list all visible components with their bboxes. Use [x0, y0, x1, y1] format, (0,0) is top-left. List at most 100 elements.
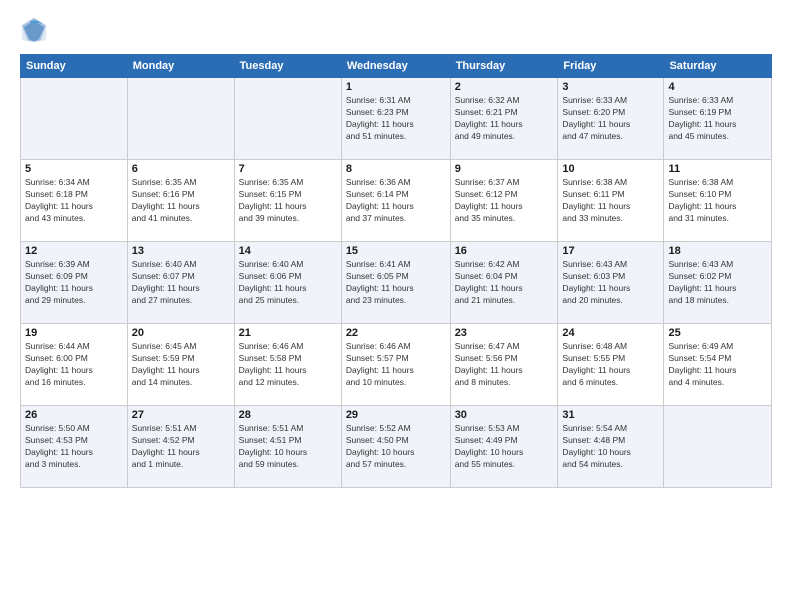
day-number: 12 [25, 245, 123, 257]
col-header-monday: Monday [127, 55, 234, 78]
calendar-cell: 19 Sunrise: 6:44 AMSunset: 6:00 PMDayligh… [21, 324, 128, 406]
day-number: 22 [346, 327, 446, 339]
calendar-cell: 22 Sunrise: 6:46 AMSunset: 5:57 PMDayligh… [341, 324, 450, 406]
calendar-cell: 1Sunrise: 6:31 AMSunset: 6:23 PMDaylight… [341, 78, 450, 160]
calendar-cell: 7Sunrise: 6:35 AMSunset: 6:15 PMDaylight… [234, 160, 341, 242]
day-info: Sunrise: 5:53 AMSunset: 4:49 PMDaylight:… [455, 423, 554, 471]
calendar-cell: 16 Sunrise: 6:42 AMSunset: 6:04 PMDayligh… [450, 242, 558, 324]
calendar-week-3: 19 Sunrise: 6:44 AMSunset: 6:00 PMDayligh… [21, 324, 772, 406]
logo-icon [20, 16, 48, 44]
day-info: Sunrise: 5:50 AMSunset: 4:53 PMDaylight:… [25, 423, 123, 471]
day-number: 18 [668, 245, 767, 257]
calendar-cell: 24Sunrise: 6:48 AMSunset: 5:55 PMDayligh… [558, 324, 664, 406]
calendar-cell: 17 Sunrise: 6:43 AMSunset: 6:03 PMDayligh… [558, 242, 664, 324]
day-info: Sunrise: 6:34 AMSunset: 6:18 PMDaylight:… [25, 177, 123, 225]
calendar-header-row: SundayMondayTuesdayWednesdayThursdayFrid… [21, 55, 772, 78]
day-info: Sunrise: 6:38 AMSunset: 6:11 PMDaylight:… [562, 177, 659, 225]
calendar-cell: 15 Sunrise: 6:41 AMSunset: 6:05 PMDayligh… [341, 242, 450, 324]
day-info: Sunrise: 6:43 AMSunset: 6:03 PMDaylight:… [562, 259, 659, 307]
day-info: Sunrise: 5:52 AMSunset: 4:50 PMDaylight:… [346, 423, 446, 471]
calendar-cell [664, 406, 772, 488]
day-number: 16 [455, 245, 554, 257]
day-number: 25 [668, 327, 767, 339]
col-header-tuesday: Tuesday [234, 55, 341, 78]
col-header-thursday: Thursday [450, 55, 558, 78]
day-info: Sunrise: 6:48 AMSunset: 5:55 PMDaylight:… [562, 341, 659, 389]
day-number: 4 [668, 81, 767, 93]
day-number: 26 [25, 409, 123, 421]
day-number: 31 [562, 409, 659, 421]
day-info: Sunrise: 5:54 AMSunset: 4:48 PMDaylight:… [562, 423, 659, 471]
calendar-cell: 4 Sunrise: 6:33 AMSunset: 6:19 PMDaylight… [664, 78, 772, 160]
day-info: Sunrise: 6:32 AMSunset: 6:21 PMDaylight:… [455, 95, 554, 143]
day-info: Sunrise: 6:36 AMSunset: 6:14 PMDaylight:… [346, 177, 446, 225]
calendar-cell: 27 Sunrise: 5:51 AMSunset: 4:52 PMDayligh… [127, 406, 234, 488]
calendar-cell: 26 Sunrise: 5:50 AMSunset: 4:53 PMDayligh… [21, 406, 128, 488]
calendar-week-4: 26 Sunrise: 5:50 AMSunset: 4:53 PMDayligh… [21, 406, 772, 488]
day-info: Sunrise: 6:33 AMSunset: 6:19 PMDaylight:… [668, 95, 767, 143]
calendar-cell [127, 78, 234, 160]
calendar-cell: 5 Sunrise: 6:34 AMSunset: 6:18 PMDaylight… [21, 160, 128, 242]
day-number: 7 [239, 163, 337, 175]
day-info: Sunrise: 6:37 AMSunset: 6:12 PMDaylight:… [455, 177, 554, 225]
day-info: Sunrise: 6:40 AMSunset: 6:07 PMDaylight:… [132, 259, 230, 307]
calendar-cell: 12 Sunrise: 6:39 AMSunset: 6:09 PMDayligh… [21, 242, 128, 324]
calendar-cell [21, 78, 128, 160]
page: SundayMondayTuesdayWednesdayThursdayFrid… [0, 0, 792, 612]
day-number: 3 [562, 81, 659, 93]
day-info: Sunrise: 6:41 AMSunset: 6:05 PMDaylight:… [346, 259, 446, 307]
day-info: Sunrise: 6:43 AMSunset: 6:02 PMDaylight:… [668, 259, 767, 307]
calendar-cell: 14Sunrise: 6:40 AMSunset: 6:06 PMDayligh… [234, 242, 341, 324]
day-info: Sunrise: 6:49 AMSunset: 5:54 PMDaylight:… [668, 341, 767, 389]
day-info: Sunrise: 6:45 AMSunset: 5:59 PMDaylight:… [132, 341, 230, 389]
calendar-cell [234, 78, 341, 160]
calendar-cell: 31 Sunrise: 5:54 AMSunset: 4:48 PMDayligh… [558, 406, 664, 488]
day-info: Sunrise: 6:46 AMSunset: 5:58 PMDaylight:… [239, 341, 337, 389]
day-info: Sunrise: 6:46 AMSunset: 5:57 PMDaylight:… [346, 341, 446, 389]
day-info: Sunrise: 6:33 AMSunset: 6:20 PMDaylight:… [562, 95, 659, 143]
calendar-cell: 13Sunrise: 6:40 AMSunset: 6:07 PMDayligh… [127, 242, 234, 324]
day-info: Sunrise: 5:51 AMSunset: 4:51 PMDaylight:… [239, 423, 337, 471]
calendar-cell: 3 Sunrise: 6:33 AMSunset: 6:20 PMDaylight… [558, 78, 664, 160]
calendar-week-0: 1Sunrise: 6:31 AMSunset: 6:23 PMDaylight… [21, 78, 772, 160]
day-info: Sunrise: 6:38 AMSunset: 6:10 PMDaylight:… [668, 177, 767, 225]
calendar-cell: 11 Sunrise: 6:38 AMSunset: 6:10 PMDayligh… [664, 160, 772, 242]
day-number: 19 [25, 327, 123, 339]
calendar-cell: 25 Sunrise: 6:49 AMSunset: 5:54 PMDayligh… [664, 324, 772, 406]
calendar-table: SundayMondayTuesdayWednesdayThursdayFrid… [20, 54, 772, 488]
calendar-cell: 30Sunrise: 5:53 AMSunset: 4:49 PMDayligh… [450, 406, 558, 488]
calendar-cell: 21Sunrise: 6:46 AMSunset: 5:58 PMDayligh… [234, 324, 341, 406]
calendar-cell: 20 Sunrise: 6:45 AMSunset: 5:59 PMDayligh… [127, 324, 234, 406]
calendar-cell: 28 Sunrise: 5:51 AMSunset: 4:51 PMDayligh… [234, 406, 341, 488]
day-number: 15 [346, 245, 446, 257]
day-number: 29 [346, 409, 446, 421]
col-header-friday: Friday [558, 55, 664, 78]
day-info: Sunrise: 6:44 AMSunset: 6:00 PMDaylight:… [25, 341, 123, 389]
day-number: 11 [668, 163, 767, 175]
calendar-cell: 9 Sunrise: 6:37 AMSunset: 6:12 PMDaylight… [450, 160, 558, 242]
col-header-saturday: Saturday [664, 55, 772, 78]
day-info: Sunrise: 6:39 AMSunset: 6:09 PMDaylight:… [25, 259, 123, 307]
calendar-cell: 18 Sunrise: 6:43 AMSunset: 6:02 PMDayligh… [664, 242, 772, 324]
day-number: 20 [132, 327, 230, 339]
day-number: 27 [132, 409, 230, 421]
calendar-cell: 8 Sunrise: 6:36 AMSunset: 6:14 PMDaylight… [341, 160, 450, 242]
calendar-cell: 29 Sunrise: 5:52 AMSunset: 4:50 PMDayligh… [341, 406, 450, 488]
day-number: 1 [346, 81, 446, 93]
calendar-cell: 2Sunrise: 6:32 AMSunset: 6:21 PMDaylight… [450, 78, 558, 160]
calendar-week-1: 5 Sunrise: 6:34 AMSunset: 6:18 PMDaylight… [21, 160, 772, 242]
day-number: 5 [25, 163, 123, 175]
day-number: 6 [132, 163, 230, 175]
calendar-cell: 23Sunrise: 6:47 AMSunset: 5:56 PMDayligh… [450, 324, 558, 406]
day-number: 8 [346, 163, 446, 175]
col-header-sunday: Sunday [21, 55, 128, 78]
calendar-cell: 10Sunrise: 6:38 AMSunset: 6:11 PMDayligh… [558, 160, 664, 242]
calendar-week-2: 12 Sunrise: 6:39 AMSunset: 6:09 PMDayligh… [21, 242, 772, 324]
day-info: Sunrise: 5:51 AMSunset: 4:52 PMDaylight:… [132, 423, 230, 471]
day-number: 17 [562, 245, 659, 257]
calendar-cell: 6Sunrise: 6:35 AMSunset: 6:16 PMDaylight… [127, 160, 234, 242]
day-info: Sunrise: 6:42 AMSunset: 6:04 PMDaylight:… [455, 259, 554, 307]
day-number: 9 [455, 163, 554, 175]
day-number: 28 [239, 409, 337, 421]
col-header-wednesday: Wednesday [341, 55, 450, 78]
